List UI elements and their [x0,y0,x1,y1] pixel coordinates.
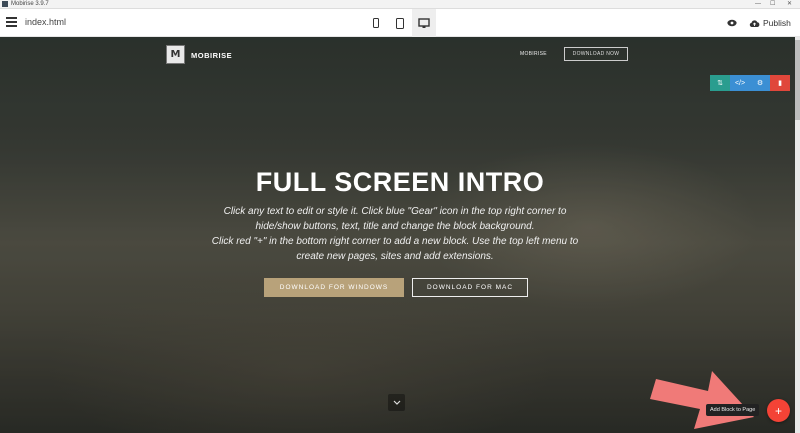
hero-title[interactable]: FULL SCREEN INTRO [0,167,800,198]
tablet-view-button[interactable] [388,9,412,37]
site-brand[interactable]: MOBIRISE [191,51,232,60]
hero-text-line: create new pages, sites and add extensio… [296,251,494,262]
arrows-vertical-icon: ⇅ [717,80,723,87]
desktop-view-button[interactable] [412,9,436,37]
annotation-arrow-icon [650,371,754,429]
app-icon [2,1,8,7]
close-button[interactable]: ✕ [787,0,792,8]
desktop-icon [418,17,430,28]
publish-label: Publish [763,18,791,28]
window-titlebar: Mobirise 3.9.7 — ☐ ✕ [0,0,800,9]
window-title: Mobirise 3.9.7 [11,1,49,7]
edit-code-button[interactable]: </> [730,75,750,91]
mobile-view-button[interactable] [364,9,388,37]
download-windows-button[interactable]: DOWNLOAD FOR WINDOWS [264,278,404,297]
hero-text-line: hide/show buttons, text, title and chang… [255,221,535,232]
hamburger-menu-icon[interactable] [6,17,17,28]
site-logo[interactable]: M [166,45,185,64]
add-block-tooltip: Add Block to Page [706,404,760,416]
code-icon: </> [734,79,746,87]
hero-text-line: Click any text to edit or style it. Clic… [223,206,567,217]
block-toolbar: ⇅ </> ⚙ ▮ [710,75,790,91]
download-mac-button[interactable]: DOWNLOAD FOR MAC [412,278,528,297]
scroll-down-button[interactable] [388,394,405,411]
editor-toolbar: index.html Publish [0,9,800,37]
page-name: index.html [25,17,67,27]
add-block-button[interactable]: + [767,399,790,422]
publish-button[interactable]: Publish [749,16,791,30]
logo-letter: M [170,49,181,60]
preview-eye-icon[interactable] [727,18,737,28]
plus-icon: + [774,403,782,418]
scrollbar-thumb[interactable] [795,40,800,120]
move-block-button[interactable]: ⇅ [710,75,730,91]
chevron-down-icon [393,400,400,405]
trash-icon: ▮ [778,80,782,87]
hero-text-line: Click red "+" in the bottom right corner… [211,236,579,247]
mobile-icon [373,18,379,28]
maximize-button[interactable]: ☐ [770,0,775,8]
site-download-now-button[interactable]: DOWNLOAD NOW [564,47,628,61]
page-preview: M MOBIRISE MOBIRISE DOWNLOAD NOW ⇅ </> ⚙… [0,37,800,433]
hero-text[interactable]: Click any text to edit or style it. Clic… [200,204,590,264]
gear-icon: ⚙ [756,80,764,87]
tablet-icon [396,17,404,29]
delete-block-button[interactable]: ▮ [770,75,790,91]
site-nav-link[interactable]: MOBIRISE [520,51,547,57]
minimize-button[interactable]: — [755,0,761,8]
cloud-upload-icon [749,19,760,27]
block-settings-button[interactable]: ⚙ [750,75,770,91]
